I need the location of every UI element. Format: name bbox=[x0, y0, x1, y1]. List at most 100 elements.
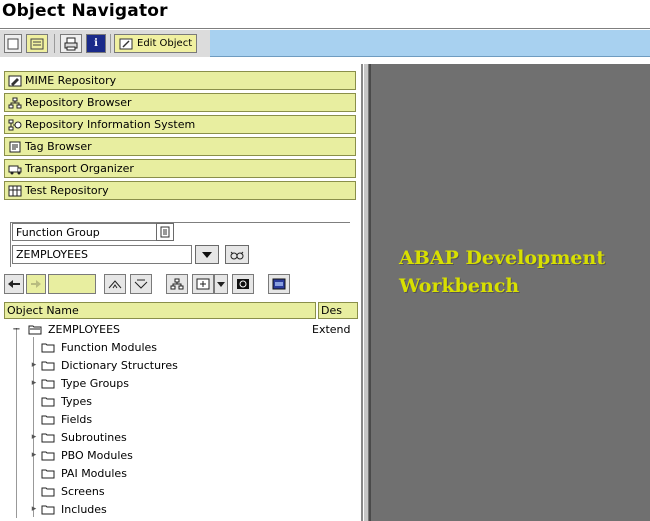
nav-tag-browser[interactable]: Tag Browser bbox=[4, 137, 356, 156]
tree-node-types[interactable]: Types bbox=[27, 392, 92, 410]
toolbar-separator bbox=[110, 34, 111, 53]
transport-icon bbox=[7, 162, 23, 176]
object-history-button[interactable] bbox=[48, 274, 96, 294]
nav-repository-browser[interactable]: Repository Browser bbox=[4, 93, 356, 112]
application-toolbar: i Edit Object bbox=[0, 30, 650, 57]
tree-node-description: Extend bbox=[312, 322, 351, 336]
nav-test-repository[interactable]: Test Repository bbox=[4, 181, 356, 200]
tree-node-root[interactable]: − ZEMPLOYEES Extend bbox=[9, 320, 359, 338]
tree-node-pai-modules[interactable]: PAI Modules bbox=[27, 464, 127, 482]
expand-menu-button[interactable] bbox=[214, 274, 228, 294]
refresh-button[interactable] bbox=[232, 274, 254, 294]
collapse-icon bbox=[134, 279, 148, 289]
nav-item-label: Test Repository bbox=[25, 184, 109, 197]
object-type-dropdown-button[interactable] bbox=[156, 223, 174, 241]
expand-icon bbox=[196, 278, 210, 290]
nav-item-label: Tag Browser bbox=[25, 140, 92, 153]
navigation-area: MIME Repository Repository Browser Repos… bbox=[0, 64, 363, 521]
tree-node-label: Subroutines bbox=[61, 430, 127, 444]
window-title: Object Navigator bbox=[2, 1, 168, 21]
expand-node-icon: ▸ bbox=[31, 504, 37, 514]
nav-item-label: Repository Information System bbox=[25, 118, 196, 131]
column-header-description[interactable]: Des bbox=[318, 302, 358, 319]
tree-node-label: PBO Modules bbox=[61, 448, 133, 462]
folder-open-icon bbox=[28, 325, 42, 334]
tree-node-label: Fields bbox=[61, 412, 93, 426]
worklist-button[interactable] bbox=[268, 274, 290, 294]
folder-icon bbox=[41, 433, 55, 442]
tree-node-label: Dictionary Structures bbox=[61, 358, 178, 372]
expand-subtree-button[interactable] bbox=[192, 274, 214, 294]
workbench-banner-line1: ABAP Development bbox=[399, 247, 606, 269]
mime-icon bbox=[7, 74, 23, 88]
display-object-button[interactable] bbox=[225, 245, 249, 264]
object-type-value: Function Group bbox=[16, 225, 100, 239]
toggle-nav-button[interactable] bbox=[26, 34, 48, 53]
chevron-down-icon bbox=[202, 251, 212, 258]
folder-icon bbox=[41, 487, 55, 496]
workbench-banner-line2: Workbench bbox=[399, 275, 520, 297]
info-button[interactable]: i bbox=[86, 34, 106, 53]
up-level-button[interactable] bbox=[104, 274, 126, 294]
tree-node-label: Type Groups bbox=[61, 376, 129, 390]
folder-icon bbox=[41, 505, 55, 514]
edit-object-label: Edit Object bbox=[137, 38, 193, 49]
arrow-right-disabled-icon bbox=[31, 280, 41, 288]
title-bar: Object Navigator bbox=[0, 0, 650, 29]
nav-item-label: MIME Repository bbox=[25, 74, 117, 87]
worklist-icon bbox=[272, 278, 286, 290]
folder-icon bbox=[41, 379, 55, 388]
tree-node-fields[interactable]: Fields bbox=[27, 410, 92, 428]
expand-node-icon: ▸ bbox=[31, 378, 37, 388]
edit-object-icon bbox=[119, 38, 133, 49]
object-tree-button[interactable] bbox=[166, 274, 188, 294]
arrow-left-icon bbox=[8, 280, 20, 288]
expand-node-icon: ▸ bbox=[31, 432, 37, 442]
tree-connector-line bbox=[16, 328, 17, 518]
nav-transport-organizer[interactable]: Transport Organizer bbox=[4, 159, 356, 178]
print-button[interactable] bbox=[60, 34, 82, 53]
next-object-button[interactable] bbox=[26, 274, 46, 294]
collapse-node-icon: − bbox=[12, 323, 21, 335]
toolbar-separator bbox=[54, 34, 55, 53]
tree-node-pbo-modules[interactable]: ▸ PBO Modules bbox=[27, 446, 133, 464]
object-type-dropdown[interactable]: Function Group bbox=[12, 223, 174, 241]
folder-icon bbox=[41, 397, 55, 406]
printer-icon bbox=[64, 37, 78, 50]
tree-node-dictionary-structures[interactable]: ▸ Dictionary Structures bbox=[27, 356, 178, 374]
work-area: ABAP Development Workbench bbox=[369, 64, 650, 521]
object-name-input[interactable]: ZEMPLOYEES bbox=[12, 245, 192, 264]
nav-mime-repository[interactable]: MIME Repository bbox=[4, 71, 356, 90]
edit-object-button[interactable]: Edit Object bbox=[114, 34, 198, 53]
object-name-value: ZEMPLOYEES bbox=[16, 248, 89, 261]
folder-icon bbox=[41, 415, 55, 424]
hierarchy-up-icon bbox=[108, 280, 122, 289]
object-name-dropdown-button[interactable] bbox=[195, 245, 219, 264]
hierarchy-icon bbox=[7, 96, 23, 110]
folder-icon bbox=[41, 361, 55, 370]
list-icon bbox=[30, 38, 44, 49]
back-nav-button[interactable] bbox=[4, 34, 22, 53]
glasses-icon bbox=[230, 251, 244, 259]
tree-node-screens[interactable]: Screens bbox=[27, 482, 105, 500]
nav-item-label: Repository Browser bbox=[25, 96, 132, 109]
info-system-icon bbox=[7, 118, 23, 132]
tree-node-label: Screens bbox=[61, 484, 105, 498]
tree-node-type-groups[interactable]: ▸ Type Groups bbox=[27, 374, 129, 392]
expand-node-icon: ▸ bbox=[31, 360, 37, 370]
column-header-object-name[interactable]: Object Name bbox=[4, 302, 316, 319]
tree-node-includes[interactable]: ▸ Includes bbox=[27, 500, 107, 518]
nav-item-label: Transport Organizer bbox=[25, 162, 134, 175]
tree-node-function-modules[interactable]: Function Modules bbox=[27, 338, 157, 356]
tree-node-subroutines[interactable]: ▸ Subroutines bbox=[27, 428, 127, 446]
column-header-label: Object Name bbox=[7, 304, 79, 317]
collapse-button[interactable] bbox=[130, 274, 152, 294]
tag-icon bbox=[7, 140, 23, 154]
refresh-icon bbox=[237, 279, 249, 289]
expand-node-icon: ▸ bbox=[31, 450, 37, 460]
nav-repository-information-system[interactable]: Repository Information System bbox=[4, 115, 356, 134]
previous-object-button[interactable] bbox=[4, 274, 24, 294]
info-icon: i bbox=[94, 38, 98, 49]
folder-icon bbox=[41, 469, 55, 478]
tree-node-label: Includes bbox=[61, 502, 107, 516]
